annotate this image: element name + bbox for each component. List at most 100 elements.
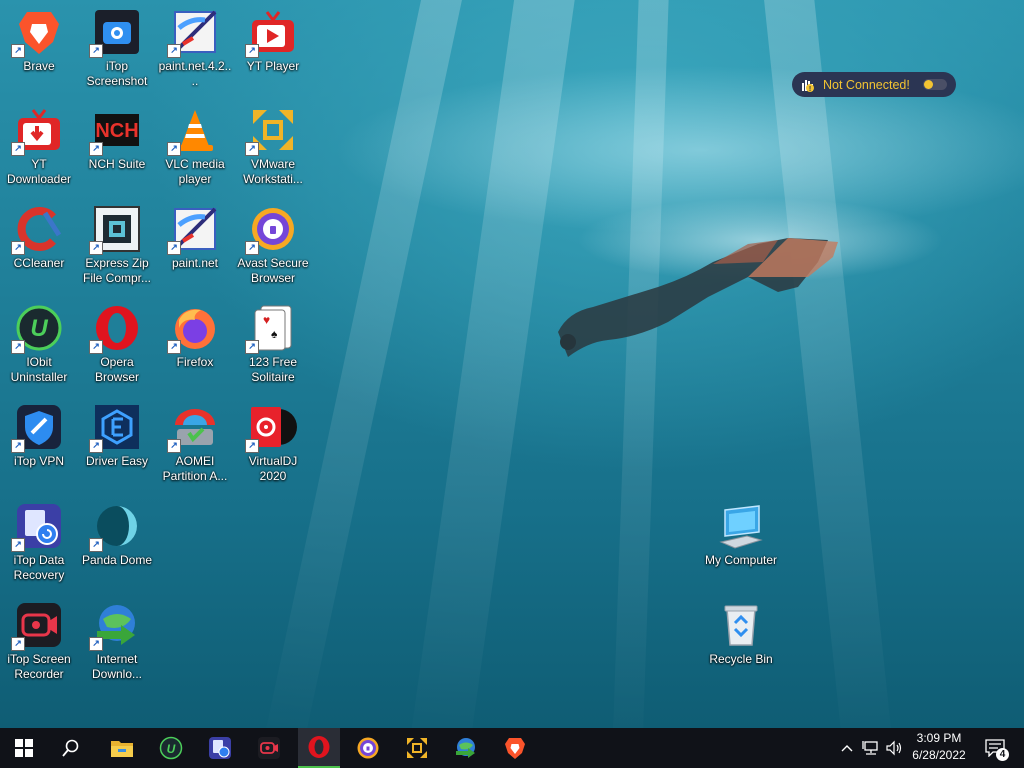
notification-count-badge: 4: [996, 748, 1009, 761]
windows-logo-icon: [15, 739, 33, 757]
shortcut-arrow-icon: ↗: [89, 340, 103, 354]
shortcut-arrow-icon: ↗: [11, 439, 25, 453]
taskbar-opera[interactable]: [298, 728, 340, 768]
itop-screen-recorder-icon: ↗: [11, 601, 63, 651]
desktop-icon-itop-screen-recorder[interactable]: ↗ iTop Screen Recorder: [2, 599, 76, 682]
itop-vpn-icon: ↗: [11, 403, 63, 453]
tray-show-hidden-icons[interactable]: [838, 728, 856, 768]
taskbar-file-explorer[interactable]: [101, 728, 143, 768]
taskbar-avast-browser[interactable]: [347, 728, 389, 768]
desktop-icon-label: iTop VPN: [13, 454, 65, 468]
desktop-icon-iobit-uninstaller[interactable]: U ↗ IObit Uninstaller: [2, 302, 76, 385]
desktop-icon-nch-suite[interactable]: NCH ↗ NCH Suite: [80, 104, 154, 172]
yt-downloader-icon: ↗: [11, 106, 63, 156]
taskbar-itop-data-recovery[interactable]: [199, 728, 241, 768]
file-explorer-icon: [111, 741, 133, 757]
iobit-uninstaller-icon: U: [159, 736, 183, 760]
desktop-icon-label: Firefox: [176, 355, 214, 369]
desktop-icon-solitaire[interactable]: ♥ ♠ ↗ 123 Free Solitaire: [236, 302, 310, 385]
yt-player-icon: ↗: [245, 8, 297, 58]
desktop-icon-paintnet[interactable]: ↗ paint.net: [158, 203, 232, 271]
desktop-icon-itop-data-recovery[interactable]: ↗ iTop Data Recovery: [2, 500, 76, 583]
shortcut-arrow-icon: ↗: [167, 142, 181, 156]
desktop-icon-brave[interactable]: ↗ Brave: [2, 6, 76, 74]
desktop-icon-paintnet-installer[interactable]: ↗ paint.net.4.2....: [158, 6, 232, 89]
desktop-icon-itop-screenshot[interactable]: ↗ iTop Screenshot: [80, 6, 154, 89]
vpn-toggle-knob: [924, 80, 933, 89]
shortcut-arrow-icon: ↗: [245, 44, 259, 58]
vpn-hand-icon: !: [799, 77, 815, 93]
avast-browser-icon: ↗: [245, 205, 297, 255]
clock-time: 3:09 PM: [916, 731, 962, 745]
itop-screenshot-icon: ↗: [89, 8, 141, 58]
desktop-icon-vmware[interactable]: ↗ VMware Workstati...: [236, 104, 310, 187]
avast-browser-icon: [357, 737, 379, 759]
desktop-icon-yt-player[interactable]: ↗ YT Player: [236, 6, 310, 74]
vmware-icon: [407, 738, 427, 758]
taskbar-clock[interactable]: 3:09 PM 6/28/2022: [904, 730, 974, 764]
shortcut-arrow-icon: ↗: [89, 637, 103, 651]
desktop-icon-firefox[interactable]: ↗ Firefox: [158, 302, 232, 370]
vpn-status-widget[interactable]: ! Not Connected!: [792, 72, 956, 97]
desktop-icon-label: CCleaner: [13, 256, 65, 270]
vpn-toggle[interactable]: [923, 79, 947, 90]
itop-screen-recorder-icon: [258, 737, 280, 759]
svg-text:U: U: [30, 315, 48, 342]
desktop-icon-label: paint.net.4.2....: [158, 59, 232, 88]
desktop-icon-express-zip[interactable]: ↗ Express Zip File Compr...: [80, 203, 154, 286]
desktop-icon-itop-vpn[interactable]: ↗ iTop VPN: [2, 401, 76, 469]
desktop-icon-ccleaner[interactable]: ↗ CCleaner: [2, 203, 76, 271]
desktop-icon-label: Recycle Bin: [709, 652, 773, 666]
virtualdj-icon: ↗: [245, 403, 297, 453]
svg-text:!: !: [809, 86, 811, 93]
desktop-icon-label: AOMEI Partition A...: [162, 454, 228, 483]
taskbar-vmware[interactable]: [396, 728, 438, 768]
shortcut-arrow-icon: ↗: [11, 44, 25, 58]
desktop-icon-my-computer[interactable]: My Computer: [702, 500, 780, 568]
tray-network[interactable]: [860, 728, 882, 768]
network-icon: [862, 741, 878, 755]
svg-text:♠: ♠: [271, 327, 278, 341]
desktop-icon-driver-easy[interactable]: ↗ Driver Easy: [80, 401, 154, 469]
taskbar-brave[interactable]: [494, 728, 536, 768]
taskbar-iobit-uninstaller[interactable]: U: [150, 728, 192, 768]
desktop-icon-vlc[interactable]: ↗ VLC media player: [158, 104, 232, 187]
action-center-button[interactable]: 4: [980, 728, 1010, 768]
desktop-icon-label: Internet Downlo...: [91, 652, 143, 681]
desktop: ↗ Brave ↗ YT Downloader ↗ CCleaner U ↗ I…: [0, 0, 1024, 728]
desktop-icon-label: VLC media player: [165, 157, 225, 186]
tray-volume[interactable]: [884, 728, 906, 768]
desktop-icon-label: My Computer: [704, 553, 778, 567]
taskbar: U 3:09 PM 6/28/2022 4: [0, 728, 1024, 768]
desktop-icon-aomei-partition[interactable]: ↗ AOMEI Partition A...: [158, 401, 232, 484]
taskbar-internet-download-manager[interactable]: [445, 728, 487, 768]
shortcut-arrow-icon: ↗: [11, 241, 25, 255]
desktop-icon-recycle-bin[interactable]: Recycle Bin: [702, 599, 780, 667]
desktop-icon-label: IObit Uninstaller: [10, 355, 68, 384]
desktop-icon-internet-download-manager[interactable]: ↗ Internet Downlo...: [80, 599, 154, 682]
desktop-icon-yt-downloader[interactable]: ↗ YT Downloader: [2, 104, 76, 187]
shortcut-arrow-icon: ↗: [11, 340, 25, 354]
shortcut-arrow-icon: ↗: [167, 44, 181, 58]
taskbar-itop-screen-recorder[interactable]: [248, 728, 290, 768]
start-button[interactable]: [3, 728, 45, 768]
shortcut-arrow-icon: ↗: [89, 142, 103, 156]
search-button[interactable]: [50, 728, 92, 768]
search-icon: [62, 739, 79, 757]
desktop-icon-label: NCH Suite: [88, 157, 146, 171]
light-ray: [611, 0, 670, 728]
clock-date: 6/28/2022: [912, 748, 966, 762]
desktop-icon-panda-dome[interactable]: ↗ Panda Dome: [80, 500, 154, 568]
desktop-icon-virtualdj[interactable]: ↗ VirtualDJ 2020: [236, 401, 310, 484]
wallpaper-diver: [558, 238, 838, 357]
svg-text:U: U: [167, 742, 176, 756]
paintnet-icon: ↗: [167, 205, 219, 255]
idm-icon: ↗: [89, 601, 141, 651]
shortcut-arrow-icon: ↗: [89, 241, 103, 255]
shortcut-arrow-icon: ↗: [11, 538, 25, 552]
desktop-icon-label: Express Zip File Compr...: [82, 256, 151, 285]
driver-easy-icon: ↗: [89, 403, 141, 453]
desktop-icon-opera[interactable]: ↗ Opera Browser: [80, 302, 154, 385]
desktop-icon-avast-browser[interactable]: ↗ Avast Secure Browser: [236, 203, 310, 286]
iobit-uninstaller-icon: U ↗: [11, 304, 63, 354]
